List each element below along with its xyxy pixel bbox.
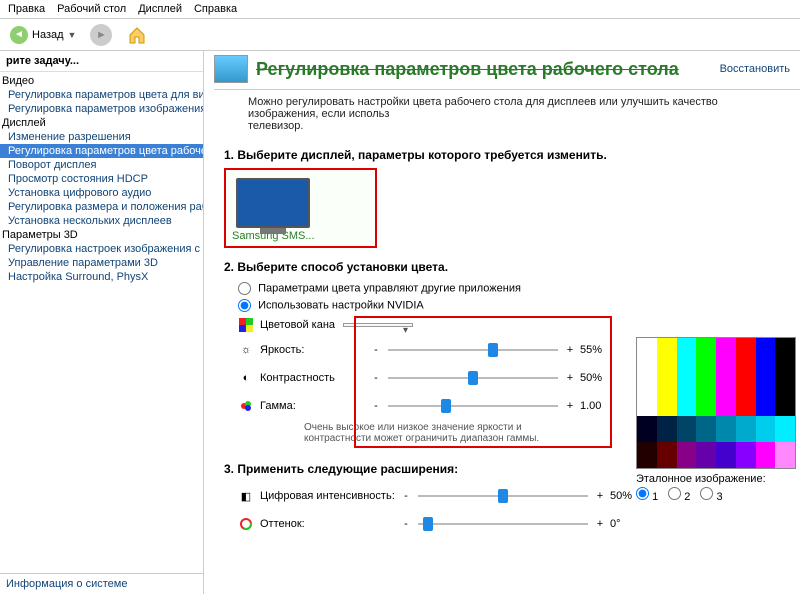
tree-group-3d[interactable]: Параметры 3D	[0, 228, 203, 242]
monitor-icon	[236, 178, 310, 228]
nav-tree: Видео Регулировка параметров цвета для в…	[0, 72, 203, 569]
brightness-slider[interactable]	[388, 349, 558, 351]
vibrance-icon: ◧	[238, 490, 254, 503]
menu-display[interactable]: Дисплей	[138, 3, 182, 15]
tree-item[interactable]: Регулировка параметров цвета для вид	[0, 88, 203, 102]
display-selector[interactable]: Samsung SMS...	[224, 168, 377, 248]
tree-item[interactable]: Настройка Surround, PhysX	[0, 270, 203, 284]
system-info-link[interactable]: Информация о системе	[0, 574, 203, 594]
reference-label: Эталонное изображение:	[636, 469, 800, 487]
back-dropdown-icon: ▼	[68, 30, 77, 40]
forward-arrow-icon: ►	[90, 24, 112, 46]
tree-item[interactable]: Регулировка параметров изображения д	[0, 102, 203, 116]
menu-bar: Правка Рабочий стол Дисплей Справка	[0, 0, 800, 19]
tree-group-display[interactable]: Дисплей	[0, 116, 203, 130]
tree-item[interactable]: Изменение разрешения	[0, 130, 203, 144]
reference-preview: Эталонное изображение: 1 2 3	[636, 337, 800, 503]
tree-item-selected[interactable]: Регулировка параметров цвета рабочег	[0, 144, 203, 158]
gamma-icon	[238, 400, 254, 412]
colorbars-icon	[636, 337, 796, 469]
restore-link[interactable]: Восстановить	[720, 63, 790, 75]
menu-help[interactable]: Справка	[194, 3, 237, 15]
gamma-value: 1.00	[576, 400, 610, 412]
contrast-slider[interactable]	[388, 377, 558, 379]
hue-row: Оттенок: - + 0°	[224, 510, 784, 538]
brightness-value: 55%	[576, 344, 610, 356]
ref-opt-3[interactable]: 3	[700, 487, 722, 503]
tree-item[interactable]: Управление параметрами 3D	[0, 256, 203, 270]
back-button[interactable]: ◄ Назад ▼	[6, 24, 80, 46]
tree-item[interactable]: Установка цифрового аудио	[0, 186, 203, 200]
back-label: Назад	[32, 29, 64, 41]
ref-opt-1[interactable]: 1	[636, 487, 658, 503]
menu-edit[interactable]: Правка	[8, 3, 45, 15]
brightness-icon: ☼	[238, 344, 254, 356]
task-header: рите задачу...	[0, 51, 203, 72]
page-header-icon	[214, 55, 248, 83]
contrast-value: 50%	[576, 372, 610, 384]
section2-title: 2. Выберите способ установки цвета.	[224, 260, 784, 274]
tree-group-video[interactable]: Видео	[0, 74, 203, 88]
page-description: Можно регулировать настройки цвета рабоч…	[204, 96, 800, 142]
contrast-icon: ◐	[238, 372, 254, 384]
sidebar: рите задачу... Видео Регулировка парамет…	[0, 51, 204, 594]
tree-item[interactable]: Регулировка настроек изображения с пр	[0, 242, 203, 256]
channel-label: Цветовой кана	[260, 319, 335, 331]
vibrance-value: 50%	[606, 490, 640, 502]
vibrance-slider[interactable]	[418, 495, 588, 497]
home-icon	[126, 24, 148, 46]
channel-combo[interactable]	[343, 323, 413, 327]
forward-button[interactable]: ►	[86, 22, 116, 48]
content-pane: Регулировка параметров цвета рабочего ст…	[204, 51, 800, 594]
home-button[interactable]	[122, 22, 152, 48]
channel-icon	[238, 318, 254, 332]
back-arrow-icon: ◄	[10, 26, 28, 44]
tree-item[interactable]: Поворот дисплея	[0, 158, 203, 172]
gamma-hint: Очень высокое или низкое значение яркост…	[224, 420, 564, 450]
tree-item[interactable]: Установка нескольких дисплеев	[0, 214, 203, 228]
menu-desktop[interactable]: Рабочий стол	[57, 3, 126, 15]
page-title: Регулировка параметров цвета рабочего ст…	[256, 59, 712, 80]
hue-value: 0°	[606, 518, 640, 530]
section1-title: 1. Выберите дисплей, параметры которого …	[224, 148, 784, 162]
gamma-slider[interactable]	[388, 405, 558, 407]
tree-item[interactable]: Просмотр состояния HDCP	[0, 172, 203, 186]
hue-slider[interactable]	[418, 523, 588, 525]
ref-opt-2[interactable]: 2	[668, 487, 690, 503]
hue-icon	[238, 518, 254, 530]
toolbar: ◄ Назад ▼ ►	[0, 19, 800, 51]
radio-other-apps[interactable]: Параметрами цвета управляют другие прило…	[224, 280, 784, 297]
tree-item[interactable]: Регулировка размера и положения рабо	[0, 200, 203, 214]
radio-nvidia[interactable]: Использовать настройки NVIDIA	[224, 297, 784, 314]
